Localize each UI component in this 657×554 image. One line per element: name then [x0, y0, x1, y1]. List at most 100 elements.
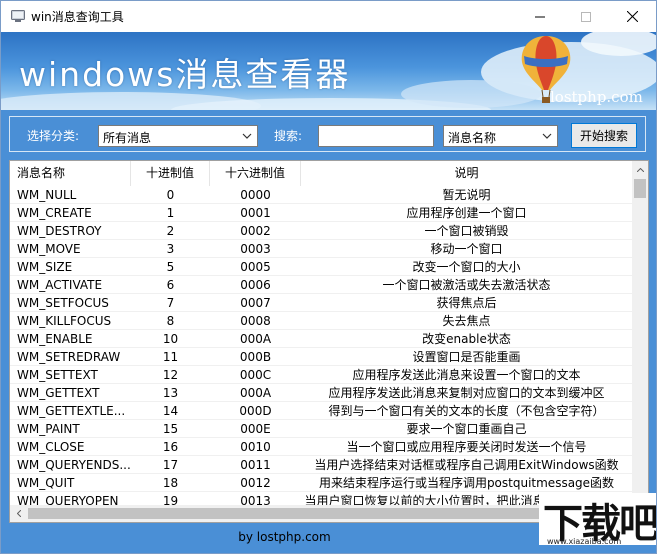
hex-value-cell: 000C [210, 366, 301, 384]
table-row[interactable]: WM_SETREDRAW 11 000B 设置窗口是否能重画 [10, 348, 632, 366]
hex-value-cell: 0011 [210, 456, 301, 474]
decimal-value-cell: 17 [131, 456, 210, 474]
table-body: WM_NULL 0 0000 暂无说明 WM_CREATE 1 0001 应用程序创建一个窗口… [10, 186, 632, 505]
description-cell: 应用程序发送此消息来设置一个窗口的文本 [301, 366, 632, 384]
message-name-cell: WM_ACTIVATE [10, 276, 131, 294]
decimal-value-cell: 15 [131, 420, 210, 438]
message-name-cell: WM_NULL [10, 186, 131, 204]
decimal-value-cell: 6 [131, 276, 210, 294]
table-row[interactable]: WM_ENABLE 10 000A 改变enable状态 [10, 330, 632, 348]
message-name-cell: WM_DESTROY [10, 222, 131, 240]
category-select-value: 所有消息 [103, 131, 152, 145]
title-bar[interactable]: win消息查询工具 [1, 1, 656, 32]
hex-value-cell: 000A [210, 384, 301, 402]
decimal-value-cell: 11 [131, 348, 210, 366]
decimal-value-cell: 0 [131, 186, 210, 204]
decimal-value-cell: 5 [131, 258, 210, 276]
hex-value-cell: 000E [210, 420, 301, 438]
message-name-cell: WM_QUERYENDS... [10, 456, 131, 474]
hex-value-cell: 0003 [210, 240, 301, 258]
description-cell: 当一个窗口或应用程序要关闭时发送一个信号 [301, 438, 632, 456]
app-icon [11, 10, 25, 22]
search-field-select[interactable]: 消息名称 [443, 125, 558, 147]
description-cell: 应用程序创建一个窗口 [301, 204, 632, 222]
message-name-cell: WM_PAINT [10, 420, 131, 438]
table-row[interactable]: WM_SIZE 5 0005 改变一个窗口的大小 [10, 258, 632, 276]
description-cell: 移动一个窗口 [301, 240, 632, 258]
decimal-value-cell: 13 [131, 384, 210, 402]
decimal-value-cell: 19 [131, 492, 210, 505]
decimal-value-cell: 7 [131, 294, 210, 312]
decimal-value-cell: 2 [131, 222, 210, 240]
column-header-decimal[interactable]: 十进制值 [131, 161, 210, 186]
hex-value-cell: 0001 [210, 204, 301, 222]
table-header: 消息名称 十进制值 十六进制值 说明 [10, 161, 632, 186]
banner-title: windows消息查看器 [19, 55, 351, 94]
start-search-button[interactable]: 开始搜索 [571, 123, 637, 148]
table-row[interactable]: WM_SETTEXT 12 000C 应用程序发送此消息来设置一个窗口的文本 [10, 366, 632, 384]
hex-value-cell: 0012 [210, 474, 301, 492]
decimal-value-cell: 12 [131, 366, 210, 384]
category-select[interactable]: 所有消息 [98, 125, 258, 147]
message-table: 消息名称 十进制值 十六进制值 说明 WM_NULL 0 0000 暂无说明 WM_CR… [9, 160, 649, 523]
banner-site: lostphp.com [550, 88, 643, 106]
description-cell: 应用程序发送此消息来复制对应窗口的文本到缓冲区 [301, 384, 632, 402]
scroll-up-icon[interactable] [632, 161, 648, 178]
close-button[interactable] [609, 1, 655, 32]
message-name-cell: WM_SETREDRAW [10, 348, 131, 366]
search-field-value: 消息名称 [448, 131, 497, 145]
message-name-cell: WM_CLOSE [10, 438, 131, 456]
column-header-hex[interactable]: 十六进制值 [210, 161, 301, 186]
hex-value-cell: 0008 [210, 312, 301, 330]
table-row[interactable]: WM_PAINT 15 000E 要求一个窗口重画自己 [10, 420, 632, 438]
decimal-value-cell: 10 [131, 330, 210, 348]
table-row[interactable]: WM_GETTEXTLE... 14 000D 得到与一个窗口有关的文本的长度（不包含… [10, 402, 632, 420]
decimal-value-cell: 16 [131, 438, 210, 456]
horizontal-scroll-thumb[interactable] [28, 508, 614, 519]
table-row[interactable]: WM_KILLFOCUS 8 0008 失去焦点 [10, 312, 632, 330]
scroll-left-icon[interactable] [10, 505, 27, 522]
hex-value-cell: 0013 [210, 492, 301, 505]
decimal-value-cell: 3 [131, 240, 210, 258]
watermark-logo: 下载吧 www.xiazaiba.com [539, 493, 656, 547]
message-name-cell: WM_QUERYOPEN [10, 492, 131, 505]
footer-text: by lostphp.com [238, 530, 331, 544]
table-row[interactable]: WM_CREATE 1 0001 应用程序创建一个窗口 [10, 204, 632, 222]
table-row[interactable]: WM_NULL 0 0000 暂无说明 [10, 186, 632, 204]
decimal-value-cell: 8 [131, 312, 210, 330]
search-input[interactable] [318, 125, 434, 147]
header-banner: windows消息查看器 lostphp.com [1, 32, 656, 110]
message-name-cell: WM_GETTEXT [10, 384, 131, 402]
maximize-button[interactable] [563, 1, 609, 32]
column-header-name[interactable]: 消息名称 [10, 161, 131, 186]
close-icon [626, 11, 638, 22]
vertical-scrollbar[interactable] [632, 161, 648, 505]
table-row[interactable]: WM_DESTROY 2 0002 一个窗口被销毁 [10, 222, 632, 240]
description-cell: 改变一个窗口的大小 [301, 258, 632, 276]
description-cell: 要求一个窗口重画自己 [301, 420, 632, 438]
column-header-description[interactable]: 说明 [301, 161, 632, 186]
table-row[interactable]: WM_MOVE 3 0003 移动一个窗口 [10, 240, 632, 258]
table-row[interactable]: WM_SETFOCUS 7 0007 获得焦点后 [10, 294, 632, 312]
category-label: 选择分类: [27, 129, 80, 143]
hex-value-cell: 0002 [210, 222, 301, 240]
description-cell: 改变enable状态 [301, 330, 632, 348]
message-name-cell: WM_ENABLE [10, 330, 131, 348]
vertical-scroll-thumb[interactable] [634, 179, 646, 198]
minimize-button[interactable] [517, 1, 563, 32]
table-row[interactable]: WM_GETTEXT 13 000A 应用程序发送此消息来复制对应窗口的文本到缓冲区 [10, 384, 632, 402]
description-cell: 当用户选择结束对话框或程序自己调用ExitWindows函数 [301, 456, 632, 474]
message-name-cell: WM_QUIT [10, 474, 131, 492]
description-cell: 设置窗口是否能重画 [301, 348, 632, 366]
decimal-value-cell: 18 [131, 474, 210, 492]
table-row[interactable]: WM_QUIT 18 0012 用来结束程序运行或当程序调用postquitmessa… [10, 474, 632, 492]
table-row[interactable]: WM_ACTIVATE 6 0006 一个窗口被激活或失去激活状态 [10, 276, 632, 294]
table-row[interactable]: WM_CLOSE 16 0010 当一个窗口或应用程序要关闭时发送一个信号 [10, 438, 632, 456]
search-toolbar: 选择分类: 所有消息 搜索: 消息名称 开始搜索 [9, 116, 646, 152]
description-cell: 暂无说明 [301, 186, 632, 204]
hex-value-cell: 000B [210, 348, 301, 366]
hex-value-cell: 0007 [210, 294, 301, 312]
chevron-down-icon [242, 133, 252, 139]
table-row[interactable]: WM_QUERYENDS... 17 0011 当用户选择结束对话框或程序自己调用Ex… [10, 456, 632, 474]
message-name-cell: WM_SETFOCUS [10, 294, 131, 312]
